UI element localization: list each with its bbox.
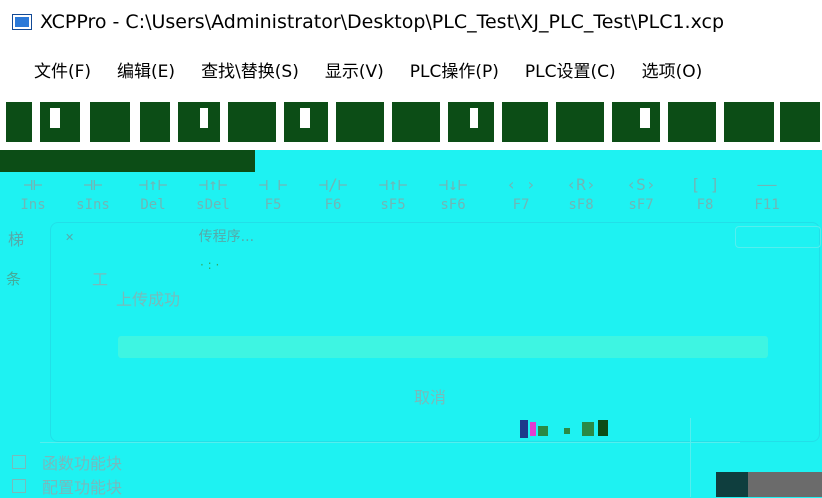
menu-edit[interactable]: 编辑(E) xyxy=(107,57,185,82)
project-tree: 函数功能块 配置功能块 xyxy=(12,450,122,498)
normally-open-contact-button[interactable]: ⊣ ⊢ F5 xyxy=(244,174,302,218)
tree-item-config-blocks[interactable]: 配置功能块 xyxy=(12,474,122,498)
menu-plc-settings[interactable]: PLC设置(C) xyxy=(515,57,626,82)
window-title: XCPPro - C:\Users\Administrator\Desktop\… xyxy=(40,11,725,33)
insert-button[interactable]: ⊣⊢ Ins xyxy=(4,174,62,218)
shift-delete-button[interactable]: ⊣↑⊢ sDel xyxy=(184,174,242,218)
reset-coil-button[interactable]: ‹R› sF8 xyxy=(552,174,610,218)
tree-item-function-blocks[interactable]: 函数功能块 xyxy=(12,450,122,474)
dialog-header-text: 传程序... xyxy=(198,229,255,245)
instruction-button[interactable]: [ ] F8 xyxy=(676,174,734,218)
glitched-strip xyxy=(0,150,255,172)
app-window-icon[interactable] xyxy=(12,14,32,30)
ladder-label: 梯 xyxy=(8,230,25,249)
dialog-divider xyxy=(40,442,740,443)
status-panel-fill xyxy=(748,472,822,497)
title-bar: XCPPro - C:\Users\Administrator\Desktop\… xyxy=(0,0,822,44)
dialog-right-control[interactable] xyxy=(735,226,821,248)
rising-edge-contact-button[interactable]: ⊣↑⊢ sF5 xyxy=(364,174,422,218)
work-label: 工 xyxy=(92,270,109,289)
dialog-header: ✕ 传程序... xyxy=(65,229,255,245)
panel-divider xyxy=(690,418,691,497)
cancel-button[interactable]: 取消 xyxy=(400,385,460,411)
progress-fill xyxy=(118,336,768,358)
delete-button[interactable]: ⊣↑⊢ Del xyxy=(124,174,182,218)
status-panel xyxy=(716,472,822,497)
tree-item-label: 函数功能块 xyxy=(42,454,123,473)
menu-find-replace[interactable]: 查找\替换(S) xyxy=(191,57,309,82)
folder-icon xyxy=(12,479,26,493)
shift-insert-button[interactable]: ⊣⊢ sIns xyxy=(64,174,122,218)
menu-view[interactable]: 显示(V) xyxy=(315,57,394,82)
set-coil-button[interactable]: ‹S› sF7 xyxy=(612,174,670,218)
coil-button[interactable]: ‹ › F7 xyxy=(492,174,550,218)
folder-icon xyxy=(12,455,26,469)
upload-status: 上传成功 xyxy=(116,290,181,309)
falling-edge-contact-button[interactable]: ⊣↓⊢ sF6 xyxy=(424,174,482,218)
side-label: 条 xyxy=(6,270,22,288)
tree-item-label: 配置功能块 xyxy=(42,478,123,497)
ladder-toolbar: ⊣⊢ Ins ⊣⊢ sIns ⊣↑⊢ Del ⊣↑⊢ sDel ⊣ ⊢ F5 ⊣… xyxy=(0,174,822,218)
horizontal-line-button[interactable]: —— F11 xyxy=(738,174,796,218)
glitch-dots: · : · xyxy=(200,258,220,272)
menu-bar: 文件(F) 编辑(E) 查找\替换(S) 显示(V) PLC操作(P) PLC设… xyxy=(0,44,822,94)
menu-plc-operation[interactable]: PLC操作(P) xyxy=(400,57,509,82)
glitched-toolbar-region xyxy=(0,94,822,150)
menu-options[interactable]: 选项(O) xyxy=(632,57,713,82)
normally-closed-contact-button[interactable]: ⊣/⊢ F6 xyxy=(304,174,362,218)
menu-file[interactable]: 文件(F) xyxy=(24,57,101,82)
upload-progress-bar xyxy=(118,336,768,358)
